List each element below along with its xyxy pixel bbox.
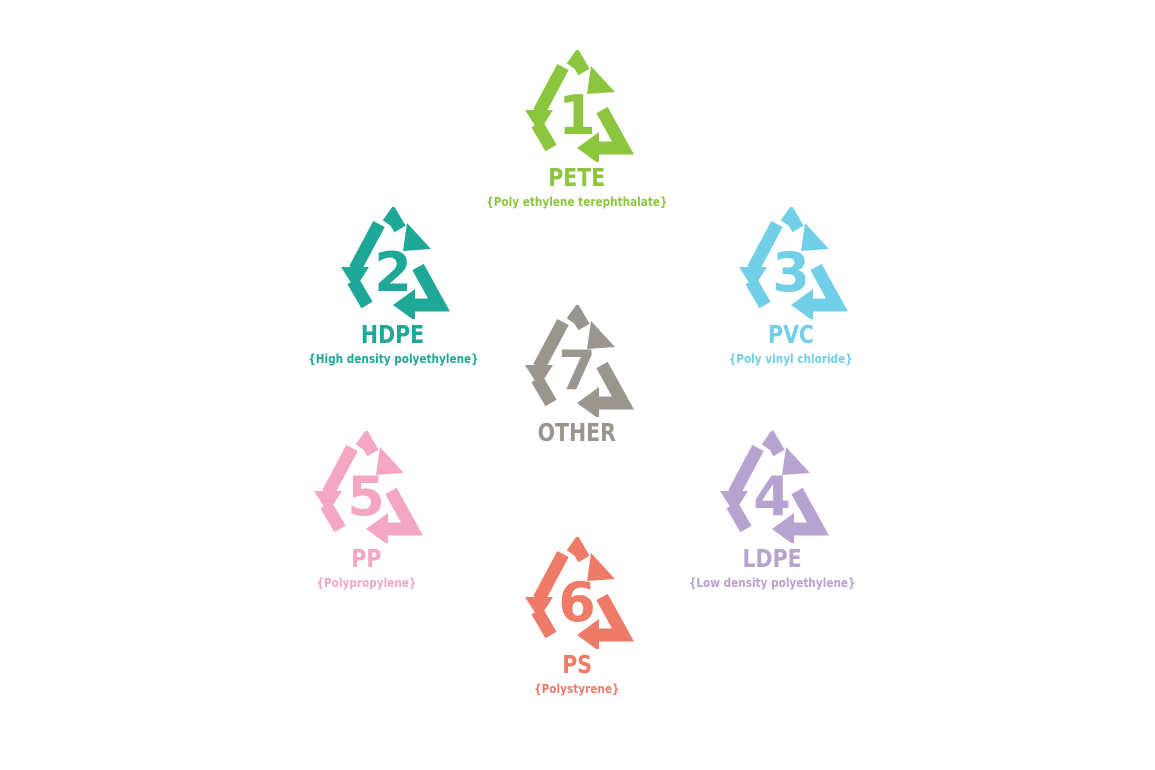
resin-abbreviation: LDPE <box>742 544 802 573</box>
recycling-code-1: 1 PETE {Poly ethylene terephthalate} <box>427 50 727 210</box>
code-number: 3 <box>772 241 810 304</box>
resin-abbreviation: HDPE <box>361 320 425 349</box>
code-number: 1 <box>558 84 596 147</box>
code-number: 7 <box>558 339 596 402</box>
resin-abbreviation: PP <box>350 544 382 573</box>
resin-full-name: {Polypropylene} <box>316 575 416 590</box>
recycling-symbol-5-icon: 5 <box>314 431 424 543</box>
code-number: 5 <box>347 465 385 528</box>
recycling-symbol-2-icon: 2 <box>341 207 451 319</box>
recycling-symbol-7-icon: 7 <box>525 305 635 417</box>
recycling-symbol-1-icon: 1 <box>525 50 635 162</box>
resin-abbreviation: PETE <box>548 163 606 192</box>
code-number: 2 <box>374 241 412 304</box>
recycling-symbol-4-icon: 4 <box>720 431 830 543</box>
resin-abbreviation: PVC <box>768 320 814 349</box>
resin-full-name: {Poly vinyl chloride} <box>729 351 853 366</box>
resin-abbreviation: PS <box>562 650 592 679</box>
code-number: 4 <box>753 465 791 528</box>
code-number: 6 <box>558 571 596 634</box>
recycling-symbol-3-icon: 3 <box>739 207 849 319</box>
recycling-symbol-6-icon: 6 <box>525 537 635 649</box>
resin-abbreviation: OTHER <box>537 418 617 447</box>
recycling-code-7: 7 OTHER <box>427 305 727 447</box>
resin-full-name: {Polystyrene} <box>534 681 620 696</box>
recycling-code-6: 6 PS {Polystyrene} <box>427 537 727 697</box>
